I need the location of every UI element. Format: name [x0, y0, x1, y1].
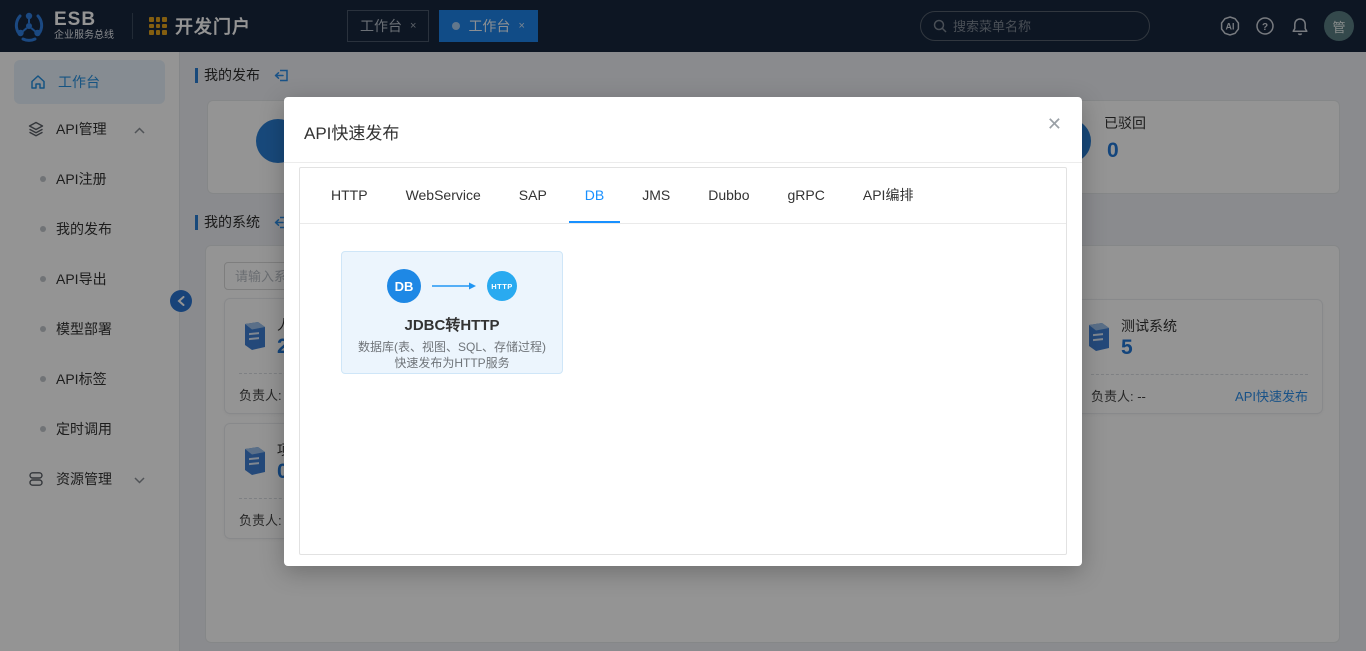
http-target-icon: HTTP [487, 271, 517, 301]
card-description: 数据库(表、视图、SQL、存储过程) 快速发布为HTTP服务 [342, 339, 562, 371]
protocol-tab-bar: HTTP WebService SAP DB JMS Dubbo gRPC AP… [300, 168, 1066, 224]
app-window: ESB 企业服务总线 开发门户 工作台 × 工作台 × [0, 0, 1366, 651]
tab-sap[interactable]: SAP [503, 168, 563, 223]
jdbc-to-http-card[interactable]: DB HTTP JDBC转HTTP 数据库(表、视图、SQL、存储过程) 快速发… [341, 251, 563, 374]
tab-jms[interactable]: JMS [626, 168, 686, 223]
tab-webservice[interactable]: WebService [390, 168, 497, 223]
close-icon[interactable]: ✕ [1047, 114, 1062, 135]
tab-api-orchestration[interactable]: API编排 [847, 168, 930, 223]
modal-title: API快速发布 [304, 119, 399, 144]
api-quick-publish-modal: API快速发布 ✕ HTTP WebService SAP DB JMS Dub… [284, 97, 1082, 566]
tab-http[interactable]: HTTP [315, 168, 384, 223]
arrow-right-icon [431, 281, 477, 291]
tab-dubbo[interactable]: Dubbo [692, 168, 765, 223]
tab-db[interactable]: DB [569, 168, 620, 223]
modal-header-divider [284, 162, 1082, 163]
conversion-row: DB HTTP [342, 269, 562, 303]
card-title: JDBC转HTTP [342, 314, 562, 335]
tab-grpc[interactable]: gRPC [772, 168, 841, 223]
db-source-icon: DB [387, 269, 421, 303]
protocol-panel: HTTP WebService SAP DB JMS Dubbo gRPC AP… [299, 167, 1067, 555]
